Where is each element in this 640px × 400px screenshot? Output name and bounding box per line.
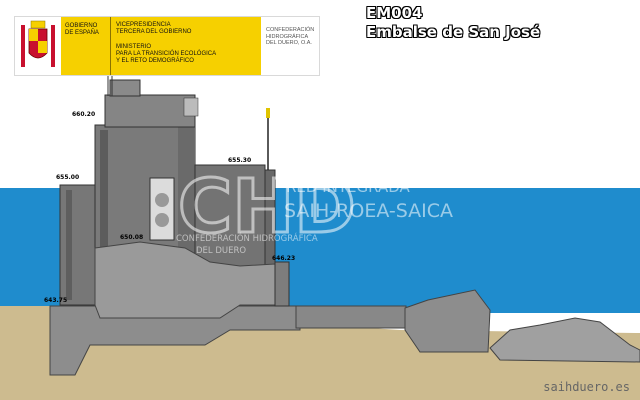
ministry-right-line: VICEPRESIDENCIA xyxy=(116,22,171,28)
station-title: EM004 Embalse de San José xyxy=(366,4,540,42)
level-label-bottom-left: 643.75 xyxy=(44,297,68,304)
confederation-label: CONFEDERACIÓN HIDROGRÁFICA DEL DUERO, O.… xyxy=(261,17,319,75)
watermark-org-line2: DEL DUERO xyxy=(196,246,247,256)
confederation-line: DEL DUERO, O.A. xyxy=(266,40,312,46)
ministry-right-line: PARA LA TRANSICIÓN ECOLÓGICA xyxy=(116,51,217,57)
sluice-gates xyxy=(149,177,175,241)
control-house xyxy=(104,94,196,128)
spain-coat-of-arms-icon xyxy=(15,17,61,75)
watermark-system: SAIH-ROEA-SAICA xyxy=(284,200,454,222)
level-label-right: 646.23 xyxy=(272,255,296,262)
station-code: EM004 xyxy=(366,4,423,22)
level-label-upper-left: 655.00 xyxy=(56,174,80,181)
ministry-right-line: Y EL RETO DEMOGRÁFICO xyxy=(116,58,194,64)
outlet-channel xyxy=(295,305,407,329)
ministry-left-line: GOBIERNO xyxy=(65,23,98,29)
site-footer-link[interactable]: saihduero.es xyxy=(543,380,630,394)
government-logo-band: GOBIERNO DE ESPAÑA VICEPRESIDENCIA TERCE… xyxy=(14,16,320,76)
station-name: Embalse de San José xyxy=(366,23,541,41)
level-label-center: 650.08 xyxy=(120,234,144,241)
ministry-right-line: MINISTERIO xyxy=(116,44,152,50)
level-label-mid-right: 655.30 xyxy=(228,157,252,164)
ministry-right-line: TERCERA DEL GOBIERNO xyxy=(116,29,192,35)
watermark-org-line1: CONFEDERACIÓN HIDROGRÁFICA xyxy=(176,234,318,244)
level-label-top: 660.20 xyxy=(72,111,96,118)
ministry-left-line: DE ESPAÑA xyxy=(65,30,99,36)
watermark-network: RED INTEGRADA xyxy=(286,178,410,196)
rip-rap xyxy=(489,317,640,363)
confederation-line: CONFEDERACIÓN xyxy=(266,27,315,33)
